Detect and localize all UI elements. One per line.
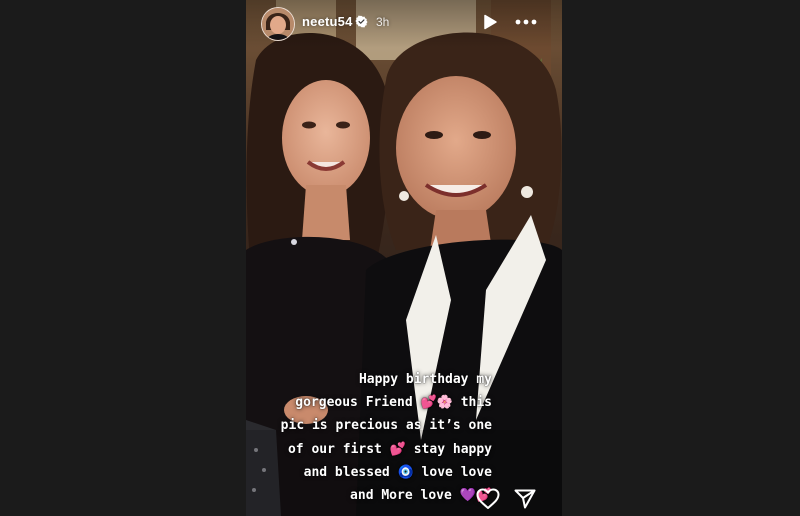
avatar-image: [262, 8, 294, 40]
username[interactable]: neetu54: [302, 14, 353, 29]
story-caption: Happy birthday my gorgeous Friend 💕🌸 thi…: [280, 368, 492, 507]
caption-line: of our first 💕 stay happy: [287, 441, 492, 457]
story-viewer: neetu54 3h Happy birthday my gorgeous Fr…: [0, 0, 800, 516]
caption-line: and blessed 🧿 love love: [303, 464, 492, 480]
more-options-icon[interactable]: [515, 14, 537, 30]
heart-icon[interactable]: [476, 488, 500, 510]
caption-line: gorgeous Friend 💕🌸 this: [295, 395, 492, 411]
play-icon[interactable]: [482, 14, 498, 30]
send-icon[interactable]: [514, 489, 536, 509]
caption-line: Happy birthday my: [358, 372, 492, 387]
caption-line: pic is precious as it’s one: [280, 418, 492, 434]
story-frame[interactable]: neetu54 3h Happy birthday my gorgeous Fr…: [246, 0, 562, 516]
verified-badge-icon: [355, 15, 368, 28]
story-header: neetu54 3h: [246, 0, 562, 48]
avatar[interactable]: [261, 7, 295, 41]
caption-line: and More love 💜💕: [350, 488, 492, 504]
post-time: 3h: [376, 15, 390, 29]
